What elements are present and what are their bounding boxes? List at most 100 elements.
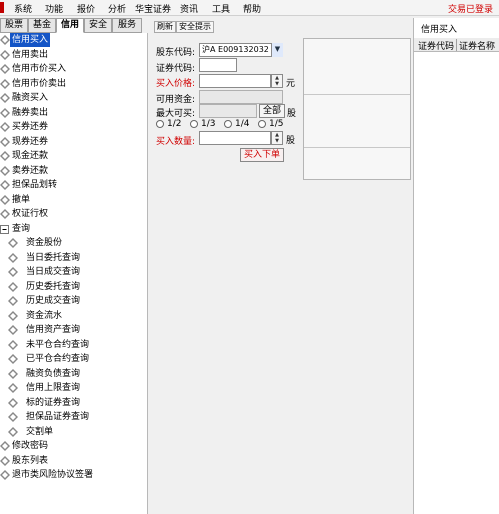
tree-group-query[interactable]: 查询 — [0, 222, 146, 237]
tree-item-today-orders[interactable]: 当日委托查询 — [0, 251, 146, 266]
buy-order-button[interactable]: 买入下单 — [240, 148, 284, 162]
menu-function[interactable]: 功能 — [45, 2, 63, 15]
diamond-icon — [8, 281, 18, 292]
diamond-icon — [0, 194, 10, 205]
tab-fund[interactable]: 基金 — [28, 18, 56, 33]
arrow-down-icon[interactable]: ▼ — [272, 138, 282, 144]
quantity-spinner[interactable]: ▲ ▼ — [271, 131, 283, 145]
diamond-icon — [8, 267, 18, 277]
tree-item-margin-liabilities[interactable]: 融资负债查询 — [0, 367, 146, 382]
tree-item-funds-shares[interactable]: 资金股份 — [0, 236, 146, 251]
menu-analysis[interactable]: 分析 — [108, 2, 126, 15]
security-code-input[interactable] — [199, 58, 237, 72]
max-unit: 股 — [287, 109, 297, 119]
panel-title: 信用买入 — [421, 25, 458, 35]
tree-item-today-trades[interactable]: 当日成交查询 — [0, 265, 146, 280]
tree-item-collateral-securities[interactable]: 担保品证券查询 — [0, 410, 146, 425]
diamond-icon — [0, 78, 10, 89]
available-funds-field — [199, 90, 283, 104]
tab-credit[interactable]: 信用 — [56, 18, 84, 33]
tree-item-cancel-order[interactable]: 撤单 — [0, 193, 146, 208]
login-status: 交易已登录 — [447, 5, 493, 15]
tree-item-open-contracts[interactable]: 未平仓合约查询 — [0, 338, 146, 353]
tab-service[interactable]: 服务 — [112, 18, 142, 33]
menu-quote[interactable]: 报价 — [77, 2, 95, 15]
chevron-down-icon[interactable]: ▼ — [271, 43, 283, 57]
refresh-button[interactable]: 刷新 — [154, 21, 176, 33]
tree-item-credit-limit[interactable]: 信用上限查询 — [0, 381, 146, 396]
tree-item-warrant-exercise[interactable]: 权证行权 — [0, 207, 146, 222]
diamond-icon — [8, 412, 18, 422]
column-security-name[interactable]: 证券名称 — [459, 39, 495, 52]
tree-item-eligible-securities[interactable]: 标的证券查询 — [0, 396, 146, 411]
menu-bar: 系统 功能 报价 分析 华宝证券 资讯 工具 帮助 交易已登录 — [0, 0, 499, 16]
diamond-icon — [0, 93, 10, 103]
tree-item-delivery-slip[interactable]: 交割单 — [0, 425, 146, 440]
tree-item-credit-market-buy[interactable]: 信用市价买入 — [0, 62, 146, 77]
diamond-icon — [0, 122, 10, 132]
arrow-down-icon[interactable]: ▼ — [272, 81, 282, 87]
diamond-icon — [8, 368, 18, 379]
max-buyable-field — [199, 104, 257, 118]
buy-price-input[interactable] — [199, 74, 271, 88]
quote-panel — [303, 38, 411, 180]
panel-divider — [304, 147, 410, 148]
fraction-radio-quarter[interactable] — [224, 120, 232, 128]
tree-item-change-password[interactable]: 修改密码 — [0, 439, 146, 454]
tree-item-history-orders[interactable]: 历史委托查询 — [0, 280, 146, 295]
tree-item-cash-flow[interactable]: 资金流水 — [0, 309, 146, 324]
quantity-unit: 股 — [286, 136, 296, 146]
tree-item-short-sell[interactable]: 融券卖出 — [0, 106, 146, 121]
menu-help[interactable]: 帮助 — [243, 2, 261, 15]
security-code-label: 证券代码: — [156, 64, 196, 74]
diamond-icon — [0, 470, 10, 480]
tree-item-credit-market-sell[interactable]: 信用市价卖出 — [0, 77, 146, 92]
account-label: 股东代码: — [156, 48, 196, 58]
fraction-radio-half[interactable] — [156, 120, 164, 128]
safety-tip-button[interactable]: 安全提示 — [176, 21, 214, 33]
max-buyable-label: 最大可买: — [156, 109, 196, 119]
buy-quantity-input[interactable] — [199, 131, 271, 145]
tree-item-cash-repay[interactable]: 现金还款 — [0, 149, 146, 164]
diamond-icon — [0, 455, 10, 466]
tree-item-shareholder-list[interactable]: 股东列表 — [0, 454, 146, 469]
collapse-minus-icon[interactable] — [0, 224, 10, 234]
tree-item-buy-return-stock[interactable]: 买券还券 — [0, 120, 146, 135]
diamond-icon — [8, 296, 18, 306]
diamond-icon — [8, 310, 18, 321]
all-button[interactable]: 全部 — [259, 104, 285, 118]
fraction-label-quarter: 1/4 — [235, 119, 250, 129]
tree-item-delisting-agreement[interactable]: 退市类风险协议签署 — [0, 468, 146, 483]
tree-item-closed-contracts[interactable]: 已平仓合约查询 — [0, 352, 146, 367]
diamond-icon — [8, 238, 18, 248]
column-security-code[interactable]: 证券代码 — [418, 39, 454, 52]
buy-price-label: 买入价格: — [156, 79, 196, 89]
category-tabs: 股票 基金 信用 安全 服务 — [0, 18, 148, 33]
menu-news[interactable]: 资讯 — [180, 2, 198, 15]
price-spinner[interactable]: ▲ ▼ — [271, 74, 283, 88]
column-divider — [456, 39, 457, 51]
tab-stock[interactable]: 股票 — [0, 18, 28, 33]
diamond-icon — [8, 325, 18, 335]
fraction-label-half: 1/2 — [167, 119, 182, 129]
tree-item-credit-sell[interactable]: 信用卖出 — [0, 48, 146, 63]
fraction-radio-third[interactable] — [190, 120, 198, 128]
tree-item-history-trades[interactable]: 历史成交查询 — [0, 294, 146, 309]
diamond-icon — [0, 107, 10, 118]
menu-broker[interactable]: 华宝证券 — [135, 2, 171, 15]
tree-item-sell-repay[interactable]: 卖券还款 — [0, 164, 146, 179]
menu-system[interactable]: 系统 — [14, 2, 32, 15]
diamond-icon — [8, 354, 18, 364]
tab-security[interactable]: 安全 — [84, 18, 112, 33]
tree-item-cash-return-stock[interactable]: 现券还券 — [0, 135, 146, 150]
diamond-icon — [8, 252, 18, 263]
menu-tools[interactable]: 工具 — [212, 2, 230, 15]
diamond-icon — [8, 426, 18, 437]
tree-item-margin-buy[interactable]: 融资买入 — [0, 91, 146, 106]
diamond-icon — [0, 136, 10, 147]
tree-item-credit-buy[interactable]: 信用买入 — [0, 33, 146, 48]
tree-item-collateral-transfer[interactable]: 担保品划转 — [0, 178, 146, 193]
diamond-icon — [0, 209, 10, 219]
tree-item-credit-assets[interactable]: 信用资产查询 — [0, 323, 146, 338]
fraction-radio-fifth[interactable] — [258, 120, 266, 128]
